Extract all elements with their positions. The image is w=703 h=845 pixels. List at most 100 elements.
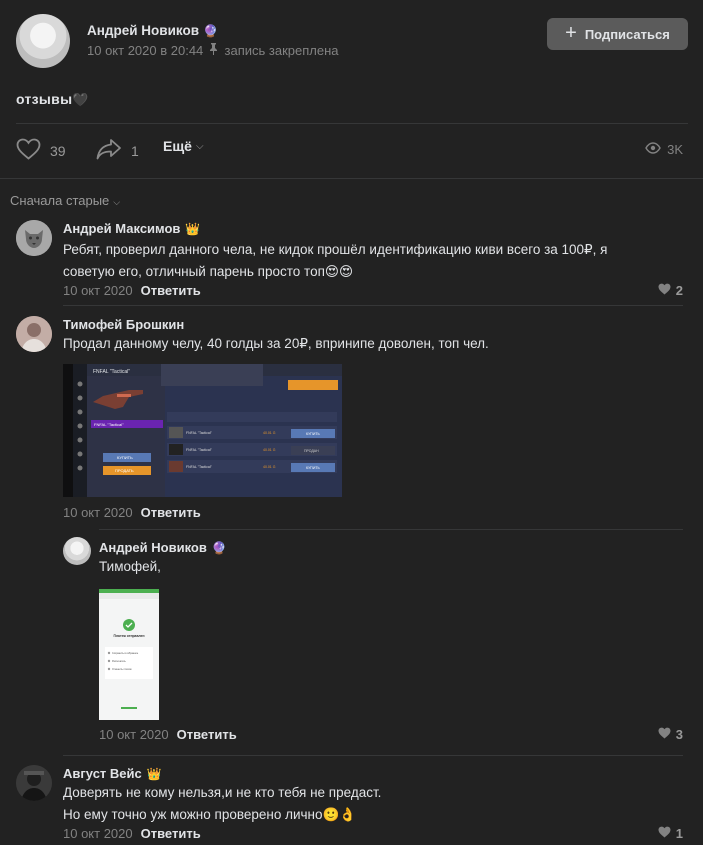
heart-icon [16, 138, 41, 163]
heart-icon [658, 727, 671, 742]
pin-icon [209, 43, 218, 58]
screenshot-row-name: FNFAL "Tactical" [186, 465, 213, 469]
comment-like-count: 1 [675, 826, 683, 841]
screenshot-row-action: КУПИТЬ [306, 432, 320, 436]
plus-icon: + [565, 22, 577, 44]
comment-date[interactable]: 10 окт 2020 [63, 826, 133, 841]
post-actions: 39 1 Ещё ⌵ 3K [16, 138, 688, 164]
screenshot-selected: FNFAL "Tactical" [94, 422, 124, 427]
comment-text-line: Тимофей, [99, 559, 161, 574]
post-meta: 10 окт 2020 в 20:44 запись закреплена [87, 43, 339, 58]
comment-author[interactable]: Август Вейс 👑 [63, 766, 162, 781]
comment-date[interactable]: 10 окт 2020 [63, 283, 133, 298]
pinned-label: запись закреплена [224, 43, 339, 58]
views-count: 3K [667, 142, 683, 157]
comment-author[interactable]: Тимофей Брошкин [63, 317, 184, 332]
reply-button[interactable]: Ответить [141, 826, 201, 841]
share-count: 1 [131, 142, 139, 159]
sort-dropdown[interactable]: Сначала старые ⌵ [10, 193, 120, 208]
comment-text: Доверять не кому нельзя,и не кто тебя не… [63, 782, 683, 826]
comment-divider [63, 755, 683, 756]
comment: Август Вейс 👑 Доверять не кому нельзя,и н… [16, 765, 683, 845]
subscribe-label: Подписаться [584, 26, 670, 42]
comment-text-line: Продал данному челу, 40 голды за 20₽, вп… [63, 336, 489, 351]
comment: Андрей Максимов 👑 Ребят, проверил данного… [16, 220, 683, 300]
comment-text: Продал данному челу, 40 голды за 20₽, вп… [63, 333, 683, 355]
comment-like-count: 3 [675, 727, 683, 742]
chevron-down-icon: ⌵ [113, 197, 121, 207]
black-heart-icon: 🖤 [72, 92, 89, 107]
more-button[interactable]: Ещё ⌵ [163, 138, 204, 154]
comment-like-button[interactable]: 2 [658, 283, 683, 298]
payment-item: Отменить платёж [112, 668, 132, 671]
chevron-down-icon: ⌵ [195, 140, 204, 152]
attached-screenshot[interactable]: Платеж отправлен Сохранить в избранное Р… [99, 589, 159, 720]
comment-text: Тимофей, [99, 556, 683, 578]
reply-button[interactable]: Ответить [177, 727, 237, 742]
comment-like-button[interactable]: 1 [658, 826, 683, 841]
crown-icon: 👑 [185, 222, 201, 236]
heart-icon [658, 826, 671, 841]
like-count: 39 [50, 142, 66, 159]
payment-title: Платеж отправлен [113, 634, 144, 638]
screenshot-sell: КУПИТЬ [117, 455, 133, 460]
comment-author-label[interactable]: Август Вейс [63, 766, 142, 781]
post-text-label: отзывы [16, 91, 73, 107]
comment-avatar[interactable] [16, 220, 52, 256]
comment-like-button[interactable]: 3 [658, 727, 683, 742]
crystal-ball-icon: 🔮 [203, 24, 218, 38]
post-header: Андрей Новиков 🔮 10 окт 2020 в 20:44 запи… [16, 14, 688, 68]
post-divider [16, 123, 688, 124]
comment-author[interactable]: Андрей Максимов 👑 [63, 221, 200, 236]
attached-screenshot[interactable]: FNFAL "Tactical" FNFAL "Tactical" КУПИТЬ… [63, 364, 342, 497]
screenshot-row-price: 40.01 G [263, 465, 276, 469]
comment-like-count: 2 [675, 283, 683, 298]
more-label: Ещё [163, 138, 192, 154]
comment-footer: 10 окт 2020 Ответить [63, 826, 201, 841]
reply-button[interactable]: Ответить [141, 505, 201, 520]
reply-button[interactable]: Ответить [141, 283, 201, 298]
comment-author-label[interactable]: Тимофей Брошкин [63, 317, 184, 332]
crystal-ball-icon: 🔮 [211, 541, 227, 555]
comment-avatar[interactable] [16, 316, 52, 352]
payment-item: Сохранить в избранное [112, 652, 139, 655]
comment-text-line: советую его, отличный парень просто топ😍… [63, 264, 354, 279]
screenshot-row-name: FNFAL "Tactical" [186, 431, 213, 435]
comment-footer: 10 окт 2020 Ответить [99, 727, 237, 742]
share-icon [96, 138, 122, 163]
subscribe-button[interactable]: + Подписаться [547, 18, 688, 50]
screenshot-title: FNFAL "Tactical" [93, 369, 130, 375]
comment-date[interactable]: 10 окт 2020 [63, 505, 133, 520]
comment-text-line: Но ему точно уж можно проверено лично🙂👌 [63, 807, 357, 822]
share-button[interactable]: 1 [96, 138, 139, 163]
screenshot-row-action: ПРОДАН [304, 449, 319, 453]
comment-footer: 10 окт 2020 Ответить [63, 505, 201, 520]
comment-text-line: Ребят, проверил данного чела, не кидок п… [63, 242, 608, 257]
post-author-avatar[interactable] [16, 14, 70, 68]
sort-label: Сначала старые [10, 193, 110, 208]
comment-avatar[interactable] [63, 537, 91, 565]
screenshot-row-price: 40.01 G [263, 448, 276, 452]
comment-date[interactable]: 10 окт 2020 [99, 727, 169, 742]
screenshot-buy: ПРОДАТЬ [115, 468, 134, 473]
comment-author-label[interactable]: Андрей Новиков [99, 540, 207, 555]
screenshot-row-price: 40.01 G [263, 431, 276, 435]
comment-text: Ребят, проверил данного чела, не кидок п… [63, 239, 683, 283]
post-date[interactable]: 10 окт 2020 в 20:44 [87, 43, 203, 58]
comment-text-line: Доверять не кому нельзя,и не кто тебя не… [63, 785, 382, 800]
comment-author-label[interactable]: Андрей Максимов [63, 221, 180, 236]
comment-divider [63, 305, 683, 306]
post-author-name[interactable]: Андрей Новиков 🔮 [87, 23, 218, 38]
post-author-label[interactable]: Андрей Новиков [87, 23, 199, 38]
heart-icon [658, 283, 671, 298]
eye-icon [645, 142, 661, 157]
comment-footer: 10 окт 2020 Ответить [63, 283, 201, 298]
like-button[interactable]: 39 [16, 138, 66, 163]
comment-author[interactable]: Андрей Новиков 🔮 [99, 540, 227, 555]
views-counter: 3K [645, 142, 683, 157]
crown-icon: 👑 [146, 767, 162, 781]
comment-divider [99, 529, 683, 530]
comment-avatar[interactable] [16, 765, 52, 801]
screenshot-row-action: КУПИТЬ [306, 466, 320, 470]
payment-item: Распечатать [112, 660, 127, 663]
